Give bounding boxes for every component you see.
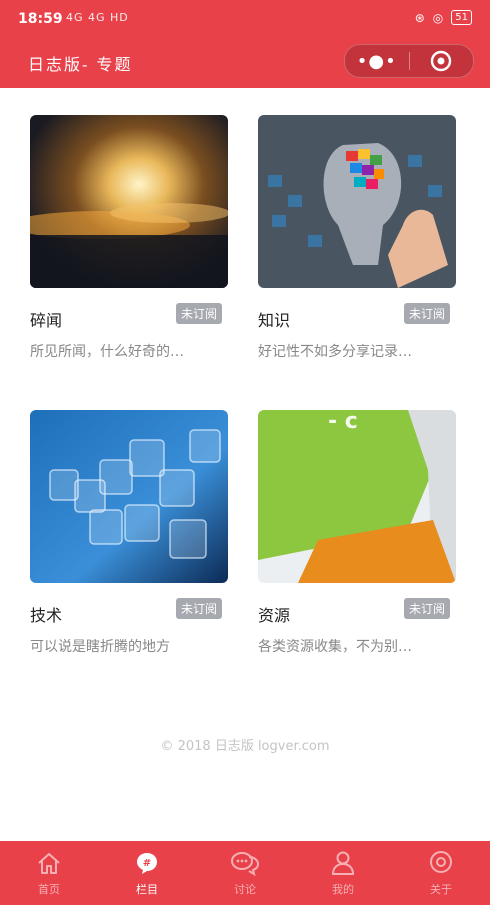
more-button[interactable]: •●• (345, 51, 409, 72)
miniprogram-capsule: •●• (344, 44, 474, 78)
subscribe-badge[interactable]: 未订阅 (403, 303, 450, 324)
status-bar: 18:59 4G 4G HD ⊛ ◎ 51 (0, 0, 490, 38)
tab-about[interactable]: 关于 (392, 841, 490, 905)
topic-card-tech[interactable]: 技术 未订阅 可以说是瞎折腾的地方 (30, 410, 228, 655)
card-image-keys: - c (258, 410, 456, 583)
topic-card-resources[interactable]: - c 资源 未订阅 各类资源收集，不为别… (258, 410, 456, 655)
nfc-icon: ⊛ (414, 10, 425, 25)
subscribe-badge[interactable]: 未订阅 (175, 598, 222, 619)
home-icon (38, 853, 60, 874)
tab-label: 首页 (38, 883, 60, 896)
about-icon (430, 851, 452, 873)
bottom-tab-bar: 首页 # 栏目 讨论 我的 关于 (0, 841, 490, 905)
card-description: 可以说是瞎折腾的地方 (30, 639, 170, 655)
card-image-clouds (30, 115, 228, 288)
status-right: ⊛ ◎ 51 (415, 10, 472, 25)
status-time: 18:59 (18, 11, 63, 27)
title-bar: 日志版- 专题 •●• (0, 38, 490, 88)
card-title: 资源 (258, 606, 291, 625)
tab-discussion[interactable]: 讨论 (196, 841, 294, 905)
target-icon (431, 50, 452, 72)
svg-text:- c: - c (328, 410, 358, 434)
card-description: 好记性不如多分享记录… (258, 344, 412, 360)
chat-icon (231, 852, 260, 877)
svg-text:#: # (143, 858, 151, 869)
card-description: 各类资源收集，不为别… (258, 639, 412, 655)
tab-label: 我的 (332, 883, 354, 896)
tab-mine[interactable]: 我的 (294, 841, 392, 905)
tab-label: 栏目 (136, 883, 158, 896)
card-title: 知识 (258, 311, 291, 330)
close-button[interactable] (410, 50, 474, 72)
copyright-text: © 2018 日志版 logver.com (160, 739, 330, 754)
category-icon: # (137, 853, 157, 874)
card-image-brain (258, 115, 456, 288)
user-icon (331, 851, 355, 875)
card-title: 技术 (30, 606, 63, 625)
alarm-icon: ◎ (432, 10, 444, 25)
card-title: 碎闻 (30, 311, 63, 330)
tab-label: 讨论 (234, 883, 256, 896)
signal-indicator: 4G 4G HD (66, 11, 129, 24)
tab-label: 关于 (430, 883, 452, 896)
topic-card-knowledge[interactable]: 知识 未订阅 好记性不如多分享记录… (258, 115, 456, 360)
page-title: 日志版- 专题 (28, 55, 133, 74)
subscribe-badge[interactable]: 未订阅 (175, 303, 222, 324)
topic-card-news[interactable]: 碎闻 未订阅 所见所闻，什么好奇的… (30, 115, 228, 360)
tab-home[interactable]: 首页 (0, 841, 98, 905)
card-description: 所见所闻，什么好奇的… (30, 344, 184, 360)
card-image-screens (30, 410, 228, 583)
battery-icon: 51 (451, 10, 472, 25)
subscribe-badge[interactable]: 未订阅 (403, 598, 450, 619)
tab-category[interactable]: # 栏目 (98, 841, 196, 905)
